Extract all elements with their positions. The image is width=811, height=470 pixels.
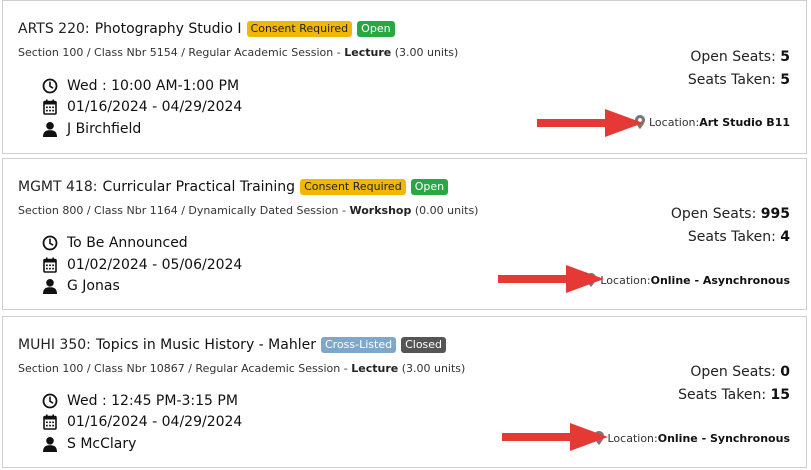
instructor: G Jonas [41,277,120,295]
status-badge-closed: Closed [401,336,447,353]
open-seats: Open Seats: 5 [690,49,790,65]
course-title[interactable]: Topics in Music History - Mahler [96,337,316,353]
open-seats-label: Open Seats: [670,206,761,222]
clock-icon [41,77,59,95]
clock-icon [41,392,59,410]
section-info: Section 100 / Class Nbr 5154 / Regular A… [18,46,458,59]
seats-taken: Seats Taken: 5 [688,72,790,88]
units: (0.00 units) [411,204,479,217]
status-badge-open: Open [357,20,395,37]
open-seats-label: Open Seats: [690,364,781,380]
section-details: Section 100 / Class Nbr 5154 / Regular A… [18,46,345,59]
location-value: Online - Asynchronous [650,273,790,287]
calendar-icon [41,98,59,116]
meeting-time-text: To Be Announced [67,235,188,251]
component-type: Lecture [351,362,399,375]
open-seats-label: Open Seats: [690,49,781,65]
meeting-dates-text: 01/02/2024 - 05/06/2024 [67,257,243,273]
arrow-annotation [537,109,643,137]
open-seats-value: 995 [760,206,790,222]
meeting-time: To Be Announced [41,234,188,252]
meeting-dates: 01/16/2024 - 04/29/2024 [41,98,242,116]
seats-taken-value: 4 [780,229,790,245]
open-seats-value: 5 [780,49,790,65]
seats-taken-label: Seats Taken: [687,72,781,88]
course-code: ARTS 220: [18,20,90,37]
open-seats-value: 0 [780,364,790,380]
component-type: Workshop [349,204,412,217]
section-details: Section 100 / Class Nbr 10867 / Regular … [18,362,352,375]
meeting-dates: 01/02/2024 - 05/06/2024 [41,256,242,274]
instructor-name[interactable]: G Jonas [67,278,120,294]
seats-taken: Seats Taken: 4 [688,229,790,245]
location-label: Location: [607,431,658,445]
clock-icon [41,234,59,252]
location: Location: Art Studio B11 [635,115,790,129]
course-code: MGMT 418: [18,178,98,195]
course-title[interactable]: Curricular Practical Training [103,179,296,195]
seats-taken: Seats Taken: 15 [678,387,790,403]
class-card: MUHI 350: Topics in Music History - Mahl… [2,316,807,468]
class-card: ARTS 220: Photography Studio I Consent R… [2,0,807,154]
units: (3.00 units) [391,46,459,59]
calendar-icon [41,256,59,274]
instructor: J Birchfield [41,120,141,138]
section-info: Section 100 / Class Nbr 10867 / Regular … [18,362,465,375]
seats-taken-label: Seats Taken: [687,229,781,245]
seats-taken-value: 5 [780,72,790,88]
class-title-row: MGMT 418: Curricular Practical Training … [18,177,449,196]
units: (3.00 units) [398,362,466,375]
seats-taken-value: 15 [770,387,790,403]
course-code: MUHI 350: [18,336,91,353]
consent-required-badge: Consent Required [246,20,353,37]
meeting-time: Wed : 10:00 AM-1:00 PM [41,77,239,95]
arrow-annotation [498,265,604,293]
class-card: MGMT 418: Curricular Practical Training … [2,158,807,310]
person-icon [41,120,59,138]
meeting-dates-text: 01/16/2024 - 04/29/2024 [67,99,243,115]
component-type: Lecture [344,46,392,59]
person-icon [41,277,59,295]
cross-listed-badge: Cross-Listed [320,336,397,353]
location-label: Location: [649,115,700,129]
location-value: Online - Synchronous [657,431,790,445]
instructor-name[interactable]: J Birchfield [67,121,141,137]
open-seats: Open Seats: 0 [690,364,790,380]
section-info: Section 800 / Class Nbr 1164 / Dynamical… [18,204,478,217]
location: Location: Online - Synchronous [593,431,790,445]
arrow-annotation [502,423,608,451]
meeting-time-text: Wed : 10:00 AM-1:00 PM [67,78,240,94]
consent-required-badge: Consent Required [300,178,406,195]
location: Location: Online - Asynchronous [586,273,790,287]
open-seats: Open Seats: 995 [671,206,790,222]
location-value: Art Studio B11 [699,115,790,129]
course-title[interactable]: Photography Studio I [95,21,242,37]
class-title-row: MUHI 350: Topics in Music History - Mahl… [18,335,447,354]
class-title-row: ARTS 220: Photography Studio I Consent R… [18,19,395,38]
person-icon [41,435,59,453]
meeting-dates: 01/16/2024 - 04/29/2024 [41,413,242,431]
meeting-dates-text: 01/16/2024 - 04/29/2024 [67,414,243,430]
instructor-name[interactable]: S McClary [67,436,136,452]
meeting-time-text: Wed : 12:45 PM-3:15 PM [67,393,238,409]
seats-taken-label: Seats Taken: [678,387,771,403]
status-badge-open: Open [410,178,449,195]
meeting-time: Wed : 12:45 PM-3:15 PM [41,392,238,410]
calendar-icon [41,413,59,431]
instructor: S McClary [41,435,136,453]
section-details: Section 800 / Class Nbr 1164 / Dynamical… [18,204,350,217]
